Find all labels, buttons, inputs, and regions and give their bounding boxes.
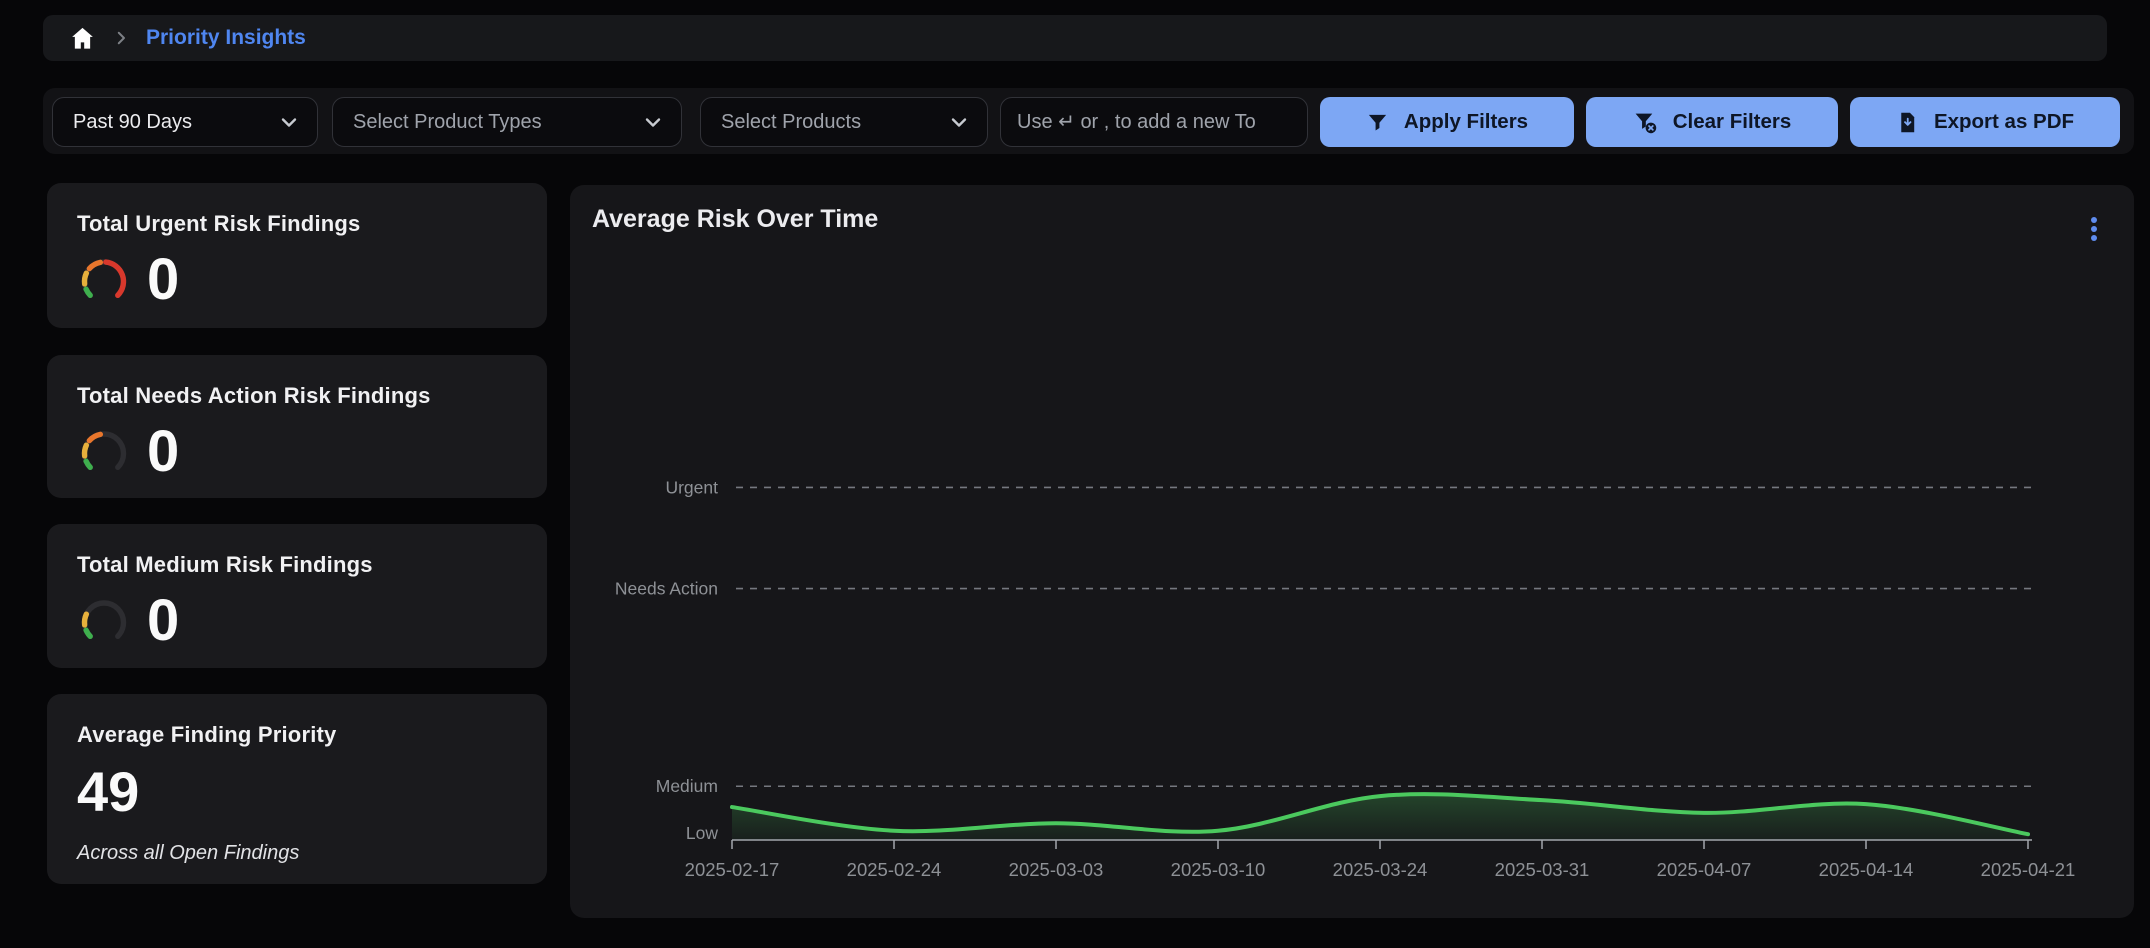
stat-card-title: Average Finding Priority	[77, 722, 517, 748]
stat-card-title: Total Medium Risk Findings	[77, 552, 517, 578]
stat-card-subtitle: Across all Open Findings	[77, 842, 517, 865]
breadcrumb-current[interactable]: Priority Insights	[146, 26, 306, 50]
products-select[interactable]: Select Products	[700, 97, 988, 147]
chart-card: Average Risk Over Time UrgentNeeds Actio…	[570, 185, 2134, 918]
chevron-down-icon	[277, 110, 301, 134]
stat-card-medium: Total Medium Risk Findings 0	[47, 524, 547, 668]
gauge-medium-icon	[77, 425, 131, 479]
filter-icon	[1366, 111, 1389, 134]
clear-filters-label: Clear Filters	[1673, 110, 1792, 134]
page: Priority Insights Past 90 Days Select Pr…	[0, 0, 2150, 948]
stat-card-needs-action: Total Needs Action Risk Findings 0	[47, 355, 547, 498]
products-placeholder: Select Products	[721, 111, 861, 134]
export-pdf-label: Export as PDF	[1934, 110, 2074, 134]
export-pdf-icon	[1896, 111, 1919, 134]
stat-card-value: 0	[147, 592, 179, 650]
svg-text:2025-03-10: 2025-03-10	[1171, 859, 1266, 880]
svg-text:2025-02-17: 2025-02-17	[685, 859, 780, 880]
risk-chart: Urgent Needs Action Medium Low 2025-02-17 202…	[570, 185, 2134, 918]
svg-text:2025-04-21: 2025-04-21	[1981, 859, 2076, 880]
svg-text:Needs Action: Needs Action	[615, 579, 718, 599]
chevron-down-icon	[641, 110, 665, 134]
svg-text:2025-04-14: 2025-04-14	[1819, 859, 1914, 880]
breadcrumb: Priority Insights	[43, 15, 2107, 61]
gauge-high-icon	[77, 253, 131, 307]
time-range-select[interactable]: Past 90 Days	[52, 97, 318, 147]
stat-card-title: Total Urgent Risk Findings	[77, 211, 517, 237]
svg-text:2025-03-31: 2025-03-31	[1495, 859, 1590, 880]
home-icon	[69, 25, 96, 52]
apply-filters-button[interactable]: Apply Filters	[1320, 97, 1574, 147]
svg-text:2025-03-03: 2025-03-03	[1009, 859, 1104, 880]
svg-text:Urgent: Urgent	[665, 477, 718, 497]
svg-text:Low: Low	[686, 823, 718, 843]
chevron-down-icon	[947, 110, 971, 134]
time-range-value: Past 90 Days	[73, 111, 192, 134]
svg-text:Medium: Medium	[656, 776, 718, 796]
product-types-placeholder: Select Product Types	[353, 111, 542, 134]
svg-text:2025-04-07: 2025-04-07	[1657, 859, 1752, 880]
stat-card-value: 49	[77, 764, 517, 820]
filter-clear-icon	[1633, 110, 1658, 135]
clear-filters-button[interactable]: Clear Filters	[1586, 97, 1838, 147]
breadcrumb-separator-icon	[112, 29, 130, 47]
stat-card-value: 0	[147, 423, 179, 481]
product-types-select[interactable]: Select Product Types	[332, 97, 682, 147]
svg-text:2025-02-24: 2025-02-24	[847, 859, 942, 880]
export-pdf-button[interactable]: Export as PDF	[1850, 97, 2120, 147]
stat-card-title: Total Needs Action Risk Findings	[77, 383, 517, 409]
stat-card-avg-priority: Average Finding Priority 49 Across all O…	[47, 694, 547, 884]
stat-card-urgent: Total Urgent Risk Findings 0	[47, 183, 547, 328]
svg-text:2025-03-24: 2025-03-24	[1333, 859, 1428, 880]
home-button[interactable]	[69, 25, 96, 52]
tag-input[interactable]	[1000, 97, 1308, 147]
gauge-low-icon	[77, 594, 131, 648]
stat-card-value: 0	[147, 251, 179, 309]
apply-filters-label: Apply Filters	[1404, 110, 1528, 134]
